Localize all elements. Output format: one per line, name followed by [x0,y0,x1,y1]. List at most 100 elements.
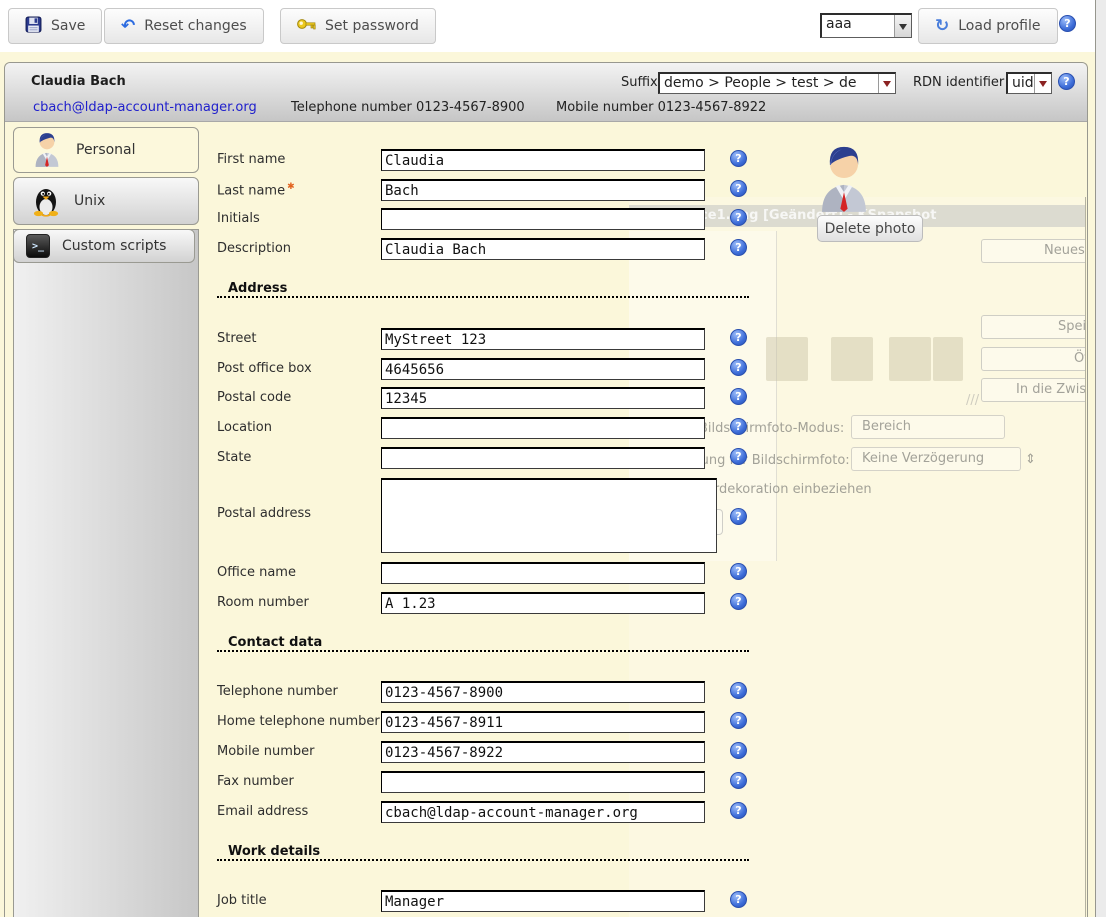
location-label: Location [217,420,385,435]
state-input[interactable] [381,447,705,469]
account-header: Claudia Bach Suffix demo > People > test… [5,63,1087,122]
email-address-input[interactable] [381,801,705,823]
help-icon[interactable]: ? [730,563,747,580]
rdn-identifier-select[interactable]: uid [1006,72,1052,94]
load-profile-label: Load profile [958,18,1040,34]
ghost-delay-spinner: Keine Verzögerung [851,447,1021,471]
home-telephone-number-label: Home telephone number [217,714,385,729]
profile-select[interactable]: aaa [820,13,912,38]
mobile-number-label: Mobile number [217,744,385,759]
set-password-label: Set password [325,18,419,34]
ghost-thumbnail [766,337,808,381]
suffix-label: Suffix [621,75,658,90]
undo-arrow-icon: ↶ [121,18,135,35]
home-telephone-number-input[interactable] [381,711,705,733]
help-icon[interactable]: ? [730,712,747,729]
top-toolbar: Save ↶ Reset changes Set password aaa ↻ … [0,0,1106,52]
help-icon[interactable]: ? [730,209,747,226]
scrollbar[interactable] [1095,0,1106,917]
save-button-label: Save [51,18,85,34]
room-number-input[interactable] [381,592,705,614]
initials-label: Initials [217,211,385,226]
help-icon[interactable]: ? [730,772,747,789]
help-icon[interactable]: ? [730,239,747,256]
help-icon[interactable]: ? [730,802,747,819]
load-profile-button[interactable]: ↻ Load profile [918,8,1058,44]
help-icon[interactable]: ? [730,329,747,346]
delete-photo-label: Delete photo [825,221,916,237]
section-header-address: Address [217,281,749,298]
person-icon [34,130,60,171]
ghost-thumbnail [933,337,963,381]
mobile-number-input[interactable] [381,741,705,763]
reset-changes-label: Reset changes [144,18,246,34]
tab-unix-label: Unix [74,193,105,209]
terminal-icon: >_ [26,234,50,258]
tab-unix[interactable]: Unix [13,177,199,225]
help-icon[interactable]: ? [1058,73,1075,90]
description-label: Description [217,241,385,256]
help-icon[interactable]: ? [730,593,747,610]
account-title: Claudia Bach [31,74,126,89]
state-label: State [217,450,385,465]
street-input[interactable] [381,328,705,350]
account-email-link[interactable]: cbach@ldap-account-manager.org [33,100,257,115]
help-icon[interactable]: ? [730,150,747,167]
last-name-label: Last name✱ [217,182,385,198]
help-icon[interactable]: ? [730,682,747,699]
chevron-down-icon [878,74,895,93]
job-title-label: Job title [217,893,385,908]
first-name-label: First name [217,152,385,167]
tab-custom-scripts[interactable]: >_ Custom scripts [13,229,195,263]
floppy-disk-icon [25,16,42,37]
help-icon[interactable]: ? [1059,15,1076,32]
rdn-identifier-label: RDN identifier [913,75,1004,90]
office-name-input[interactable] [381,562,705,584]
first-name-input[interactable] [381,149,705,171]
tab-personal[interactable]: Personal [13,127,199,173]
reset-changes-button[interactable]: ↶ Reset changes [104,8,264,44]
delete-photo-button[interactable]: Delete photo [817,215,923,242]
fax-number-input[interactable] [381,771,705,793]
street-label: Street [217,331,385,346]
ghost-spinner-arrows-icon: ⇕ [1025,452,1036,467]
header-mobile-text: Mobile number 0123-4567-8922 [556,100,766,115]
account-edit-frame: device1.png [Geändert] - KSnapshot Neues… [4,62,1088,917]
last-name-input[interactable] [381,179,705,201]
chevron-down-icon [894,15,911,37]
module-tab-panel [13,229,199,917]
description-input[interactable] [381,238,705,260]
section-header-contact-data: Contact data [217,635,749,652]
telephone-number-label: Telephone number [217,684,385,699]
postal-code-input[interactable] [381,387,705,409]
header-telephone-text: Telephone number 0123-4567-8900 [291,100,525,115]
location-input[interactable] [381,417,705,439]
initials-input[interactable] [381,208,705,230]
set-password-button[interactable]: Set password [280,8,436,44]
postal-address-label: Postal address [217,506,385,521]
telephone-number-input[interactable] [381,681,705,703]
ghost-clipboard-button: In die Zwischen [981,378,1086,402]
help-icon[interactable]: ? [730,180,747,197]
ghost-new-screenshot-button: Neues Bil [981,239,1086,263]
postal-address-textarea[interactable] [381,478,717,553]
help-icon[interactable]: ? [730,891,747,908]
room-number-label: Room number [217,595,385,610]
chevron-down-icon [1034,74,1051,93]
help-icon[interactable]: ? [730,508,747,525]
suffix-select[interactable]: demo > People > test > de [658,72,896,94]
tab-personal-label: Personal [76,142,136,158]
ghost-thumbnail [831,337,873,381]
help-icon[interactable]: ? [730,418,747,435]
ghost-resize-grip: /// [966,393,979,408]
required-marker: ✱ [287,182,295,192]
job-title-input[interactable] [381,890,705,912]
save-button[interactable]: Save [8,8,102,44]
help-icon[interactable]: ? [730,742,747,759]
help-icon[interactable]: ? [730,448,747,465]
user-photo [819,141,869,216]
help-icon[interactable]: ? [730,388,747,405]
ghost-open-button: Öffne [981,347,1086,371]
help-icon[interactable]: ? [730,359,747,376]
post-office-box-input[interactable] [381,358,705,380]
